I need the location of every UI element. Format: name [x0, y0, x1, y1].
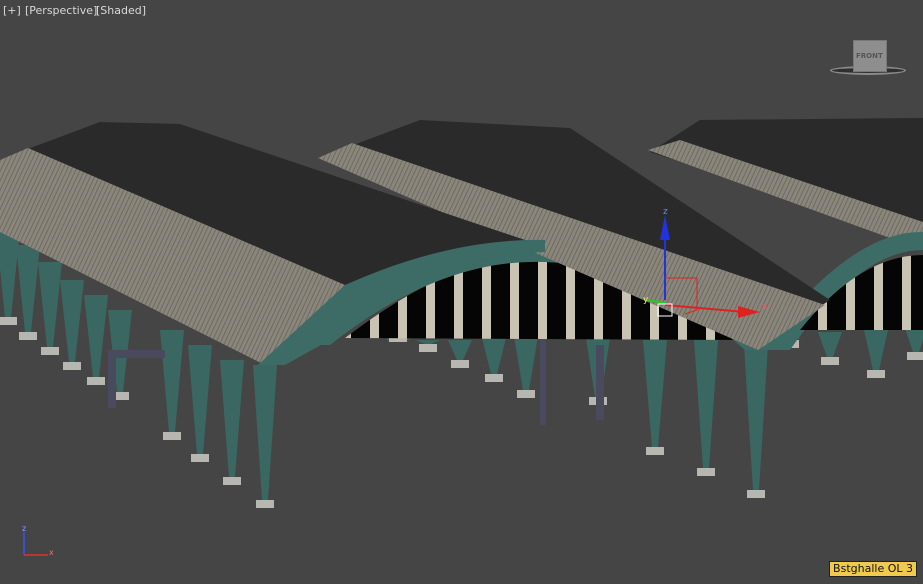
- column-footing: [867, 370, 885, 378]
- column-footing: [646, 447, 664, 455]
- world-axis-tripod: z x: [22, 524, 54, 557]
- column-footing: [191, 454, 209, 462]
- column: [16, 245, 40, 332]
- column-footing: [485, 374, 503, 382]
- column-footing: [419, 344, 437, 352]
- column-footing: [451, 360, 469, 368]
- gizmo-z-label: z: [663, 207, 668, 217]
- shading-mode-label[interactable]: [Shaded]: [96, 4, 146, 17]
- axis-z-label: z: [22, 524, 26, 533]
- column: [60, 280, 84, 362]
- selected-object-tag: Bstghalle OL 3: [829, 561, 917, 577]
- column-footing: [821, 357, 839, 365]
- viewcube-face-label: FRONT: [856, 52, 883, 60]
- gizmo-y-label: y: [643, 295, 649, 305]
- column-footing: [256, 500, 274, 508]
- column-footing: [41, 347, 59, 355]
- column: [864, 330, 888, 370]
- view-mode-label[interactable]: [Perspective]: [25, 4, 97, 17]
- axis-x-label: x: [49, 548, 54, 557]
- viewport-scene[interactable]: z x y z x: [0, 0, 923, 584]
- column: [643, 340, 667, 447]
- column-footing: [87, 377, 105, 385]
- column-footing: [697, 468, 715, 476]
- column-footing: [163, 432, 181, 440]
- column: [253, 365, 277, 500]
- viewcube-front-face[interactable]: FRONT: [853, 40, 887, 72]
- column-footing: [907, 352, 923, 360]
- column-footing: [517, 390, 535, 398]
- column: [188, 345, 212, 454]
- column-footing: [747, 490, 765, 498]
- column: [220, 360, 244, 477]
- column: [416, 340, 440, 344]
- support-frame: [540, 340, 546, 425]
- column: [514, 336, 538, 390]
- column-footing: [19, 332, 37, 340]
- column: [448, 340, 472, 360]
- viewcube[interactable]: FRONT: [828, 38, 908, 78]
- viewport-menu-button[interactable]: [+]: [3, 4, 21, 17]
- support-frame: [108, 350, 116, 408]
- column: [744, 345, 768, 490]
- column-footing: [0, 317, 17, 325]
- support-frame: [110, 350, 165, 358]
- column: [0, 230, 20, 317]
- column-footing: [63, 362, 81, 370]
- column: [84, 295, 108, 377]
- support-frame: [596, 345, 604, 420]
- column: [482, 338, 506, 374]
- column-footing: [223, 477, 241, 485]
- column: [694, 340, 718, 468]
- column: [160, 330, 184, 432]
- column: [818, 332, 842, 357]
- column: [38, 262, 62, 347]
- gizmo-x-label: x: [762, 302, 768, 312]
